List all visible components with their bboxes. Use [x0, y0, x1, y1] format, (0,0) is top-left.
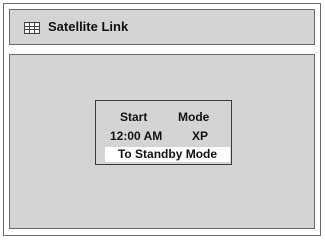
satellite-link-info-box: Start Mode 12:00 AM XP To Standby Mode — [95, 100, 232, 165]
to-standby-mode-option[interactable]: To Standby Mode — [105, 147, 230, 162]
record-mode-value: XP — [192, 129, 209, 143]
page-title: Satellite Link — [48, 19, 129, 34]
mode-label: Mode — [178, 110, 210, 124]
menu-grid-icon — [24, 22, 40, 34]
screen-frame: Satellite Link Start Mode 12:00 AM XP To… — [3, 3, 321, 236]
start-label: Start — [120, 110, 148, 124]
title-bar: Satellite Link — [9, 9, 315, 45]
main-panel: Start Mode 12:00 AM XP To Standby Mode — [9, 54, 315, 229]
start-time-value: 12:00 AM — [110, 129, 163, 143]
